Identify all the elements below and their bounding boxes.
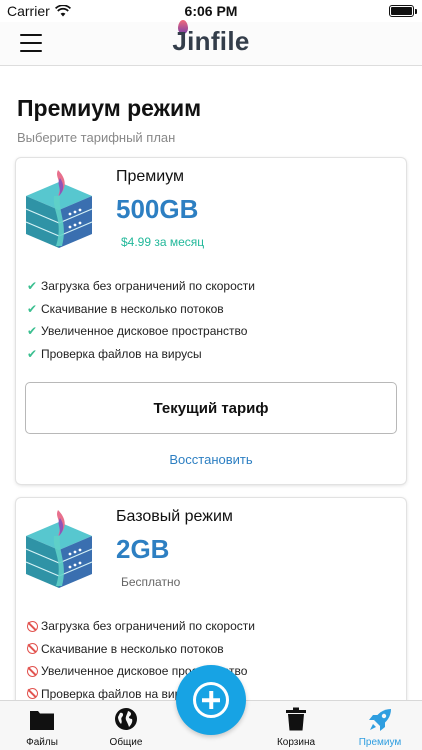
- plus-circle-icon: [193, 682, 229, 718]
- tab-label: Корзина: [276, 737, 316, 748]
- tab-label: Премиум: [358, 737, 402, 748]
- plan-storage-size: 2GB: [116, 534, 170, 564]
- top-navbar: Jinfile: [0, 20, 422, 66]
- folder-icon: [30, 711, 54, 730]
- check-icon: ✔: [26, 346, 38, 361]
- check-icon: ✔: [26, 279, 38, 294]
- tab-files[interactable]: Файлы: [0, 701, 84, 750]
- current-plan-button[interactable]: Текущий тариф: [25, 382, 397, 434]
- feature-item: ✔ Увеличенное дисковое пространство: [24, 320, 255, 343]
- feature-item: ✔ Скачивание в несколько потоков: [24, 298, 255, 321]
- battery-icon: [389, 5, 417, 17]
- feature-item: ✔ Проверка файлов на вирусы: [24, 343, 255, 366]
- plan-name: Премиум: [116, 168, 185, 185]
- page-title: Премиум режим: [17, 95, 202, 121]
- tab-label: Файлы: [26, 737, 58, 748]
- feature-list: ✔ Загрузка без ограничений по скорости ✔ С…: [24, 275, 255, 365]
- app-logo: Jinfile: [172, 26, 250, 56]
- restore-purchases-link[interactable]: Восстановить: [16, 452, 406, 467]
- tab-premium[interactable]: Премиум: [338, 701, 422, 750]
- server-illustration-icon: [25, 170, 93, 248]
- feature-item: Скачивание в несколько потоков: [24, 638, 255, 661]
- tab-trash[interactable]: Корзина: [254, 701, 338, 750]
- ban-icon: [24, 643, 40, 655]
- plan-price: Бесплатно: [121, 575, 181, 589]
- server-illustration-icon: [25, 510, 93, 588]
- plan-card-premium: Премиум 500GB $4.99 за месяц ✔ Загрузка б…: [16, 158, 406, 484]
- tab-shared[interactable]: Общие: [84, 701, 168, 750]
- feature-item: Загрузка без ограничений по скорости: [24, 615, 255, 638]
- ban-icon: [24, 665, 40, 677]
- plan-price: $4.99 за месяц: [121, 235, 205, 249]
- trash-icon: [286, 707, 306, 731]
- clock: 6:06 PM: [184, 3, 238, 19]
- plan-storage-size: 500GB: [116, 194, 199, 224]
- check-icon: ✔: [26, 324, 38, 339]
- globe-icon: [115, 708, 137, 730]
- add-file-button[interactable]: [176, 665, 246, 735]
- page-subtitle: Выберите тарифный план: [17, 130, 176, 145]
- feature-item: ✔ Загрузка без ограничений по скорости: [24, 275, 255, 298]
- tab-label: Общие: [109, 737, 143, 748]
- ban-icon: [24, 620, 40, 632]
- rocket-icon: [369, 709, 391, 731]
- plan-name: Базовый режим: [116, 508, 233, 525]
- ban-icon: [24, 688, 40, 700]
- check-icon: ✔: [26, 301, 38, 316]
- status-bar: Carrier 6:06 PM: [0, 0, 422, 22]
